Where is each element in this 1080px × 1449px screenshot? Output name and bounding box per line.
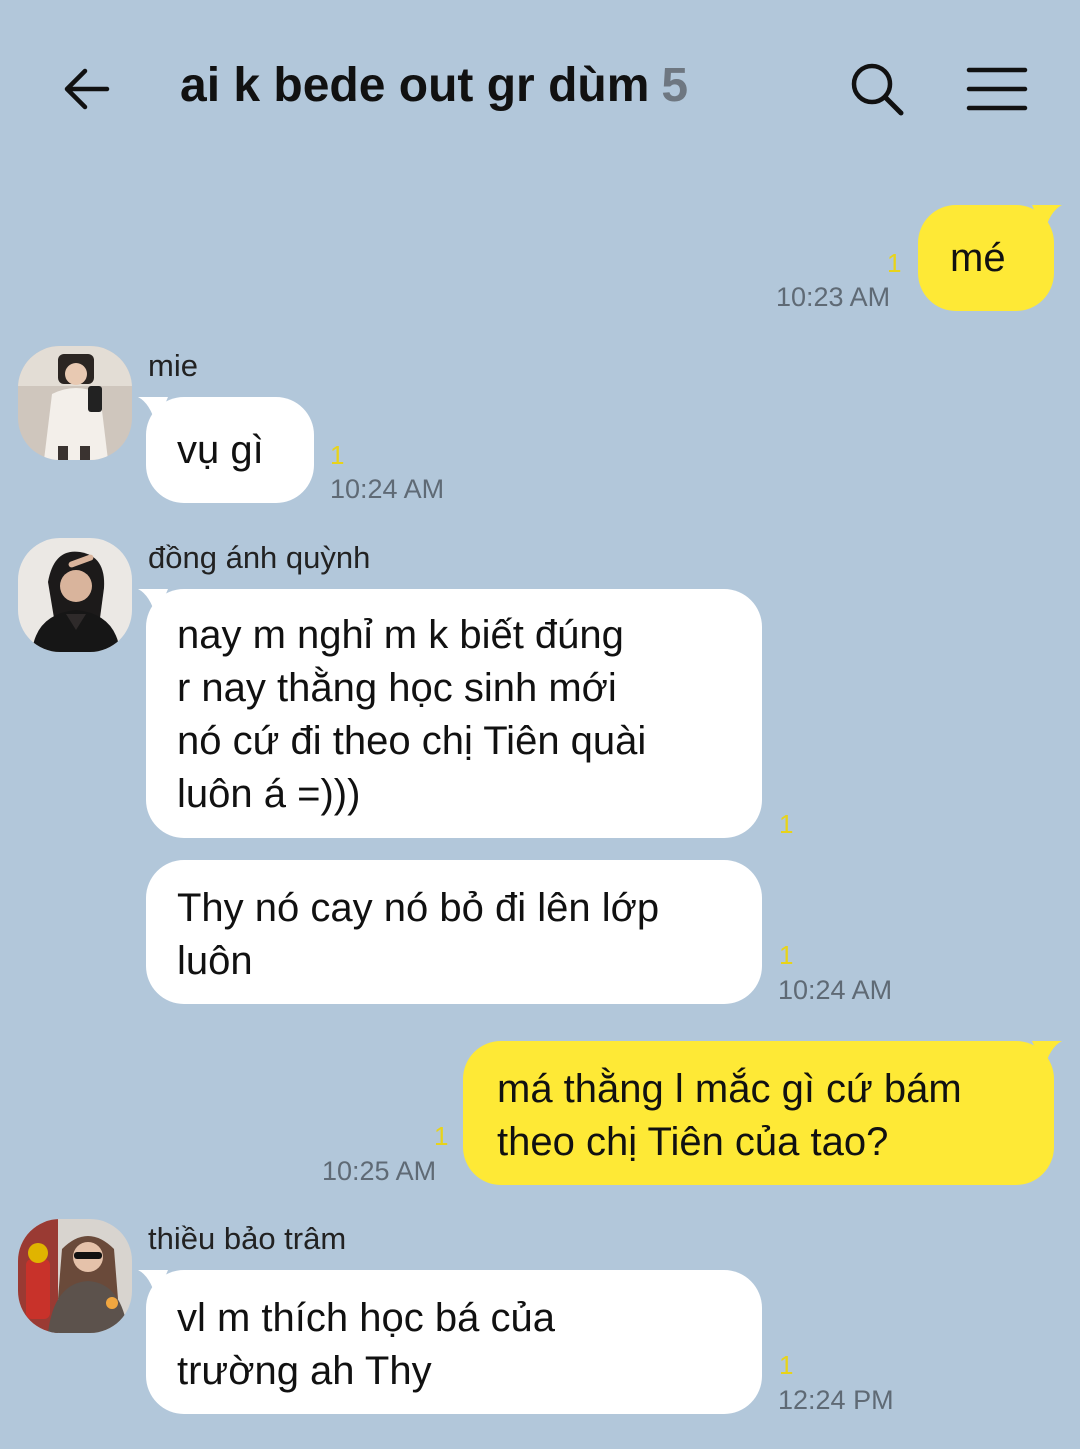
avatar-photo: [18, 538, 132, 652]
message-line: vl m thích học bá của: [177, 1296, 555, 1340]
chat-screen: ai k bede out gr dùm 5 1 10:23 AM mé mie…: [0, 0, 1080, 1449]
message-time: 10:24 AM: [330, 474, 445, 504]
message-line: theo chị Tiên của tao?: [497, 1120, 889, 1164]
sender-name: đồng ánh quỳnh: [148, 540, 371, 575]
message-text: vụ gì: [177, 428, 264, 472]
message-time: 12:24 PM: [778, 1385, 894, 1415]
avatar-photo: [18, 1219, 132, 1333]
avatar-dong-anh-quynh[interactable]: [18, 538, 132, 652]
message-line: trường ah Thy: [177, 1349, 432, 1393]
bubble-tail: [138, 1270, 168, 1298]
message-line: nay m nghỉ m k biết đúng: [177, 613, 624, 657]
unread-count: 1: [434, 1121, 449, 1151]
unread-count: 1: [887, 248, 902, 278]
message-time: 10:25 AM: [322, 1156, 437, 1186]
their-message-bubble[interactable]: vl m thích học bá của trường ah Thy: [138, 1270, 762, 1414]
avatar-mie[interactable]: [18, 346, 132, 460]
their-message-bubble[interactable]: Thy nó cay nó bỏ đi lên lớp luôn: [146, 860, 762, 1004]
chat-header: ai k bede out gr dùm 5: [0, 0, 1080, 180]
message-line: má thằng l mắc gì cứ bám: [497, 1067, 962, 1111]
bubble-tail: [138, 397, 168, 425]
message-text: mé: [950, 236, 1006, 280]
member-count: 5: [661, 59, 689, 112]
bubble-tail: [138, 589, 168, 617]
message-time: 10:24 AM: [778, 975, 893, 1005]
message-line: nó cứ đi theo chị Tiên quài: [177, 719, 647, 763]
back-button[interactable]: [52, 54, 122, 124]
search-button[interactable]: [842, 54, 912, 124]
unread-count: 1: [779, 809, 794, 839]
avatar-thieu-bao-tram[interactable]: [18, 1219, 132, 1333]
unread-count: 1: [779, 1350, 794, 1380]
their-message-bubble[interactable]: nay m nghỉ m k biết đúng r nay thằng học…: [138, 589, 762, 838]
sender-name: mie: [148, 348, 198, 383]
avatar-photo: [18, 346, 132, 460]
menu-button[interactable]: [960, 54, 1034, 124]
message-line: luôn: [177, 939, 253, 983]
message-line: r nay thằng học sinh mới: [177, 666, 617, 710]
menu-icon: [966, 67, 1028, 111]
message-line: Thy nó cay nó bỏ đi lên lớp: [177, 886, 660, 930]
back-arrow-icon: [64, 68, 110, 110]
message-line: luôn á =))): [177, 772, 361, 816]
unread-count: 1: [330, 440, 345, 470]
my-message-bubble[interactable]: má thằng l mắc gì cứ bám theo chị Tiên c…: [463, 1041, 1062, 1185]
their-message-bubble[interactable]: vụ gì: [138, 397, 314, 503]
my-message-bubble[interactable]: mé: [918, 205, 1062, 311]
message-time: 10:23 AM: [776, 282, 891, 312]
sender-name: thiều bảo trâm: [148, 1221, 347, 1256]
chat-title-text: ai k bede out gr dùm: [180, 59, 650, 112]
chat-title: ai k bede out gr dùm 5: [180, 58, 688, 113]
bubble-tail: [1032, 1041, 1062, 1069]
bubble-tail: [1032, 205, 1062, 233]
unread-count: 1: [779, 940, 794, 970]
search-icon: [851, 63, 904, 116]
